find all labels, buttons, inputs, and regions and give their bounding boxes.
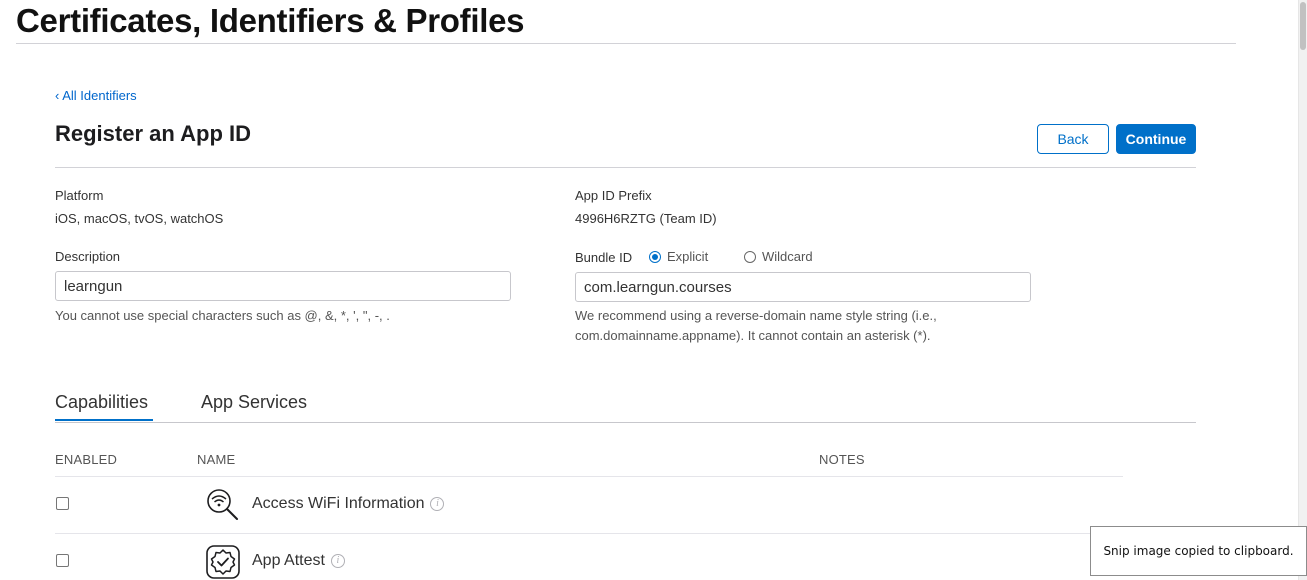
app-id-prefix-label: App ID Prefix — [575, 188, 652, 203]
wildcard-radio-button[interactable] — [744, 250, 756, 263]
description-label: Description — [55, 249, 121, 264]
table-header-divider — [55, 476, 1123, 477]
app-attest-badge-icon — [206, 545, 240, 579]
scrollbar-thumb[interactable] — [1300, 2, 1306, 50]
column-header-enabled: ENABLED — [55, 452, 118, 467]
explicit-radio-label: Explicit — [667, 249, 709, 264]
tab-app-services[interactable]: App Services — [201, 392, 307, 413]
description-input[interactable] — [55, 271, 511, 301]
tabs-divider — [55, 422, 1196, 423]
page-scrollbar[interactable] — [1298, 0, 1307, 580]
info-icon[interactable]: i — [430, 496, 445, 511]
app-attest-label: App Attest — [252, 552, 325, 569]
wildcard-radio-label: Wildcard — [762, 249, 813, 264]
header-divider — [55, 167, 1196, 168]
bundle-id-hint-line1: We recommend using a reverse-domain name… — [575, 308, 937, 323]
tab-capabilities[interactable]: Capabilities — [55, 392, 148, 413]
access-wifi-label: Access WiFi Information — [252, 495, 425, 512]
active-tab-indicator — [55, 419, 153, 421]
continue-button[interactable]: Continue — [1116, 124, 1196, 154]
wildcard-radio[interactable]: Wildcard — [744, 249, 813, 264]
info-icon[interactable]: i — [330, 553, 345, 568]
access-wifi-checkbox[interactable] — [56, 497, 69, 510]
bundle-id-hint-line2: com.domainname.appname). It cannot conta… — [575, 328, 931, 343]
page-title: Certificates, Identifiers & Profiles — [16, 2, 525, 39]
register-app-id-heading: Register an App ID — [55, 121, 251, 146]
explicit-radio-button[interactable] — [649, 250, 661, 263]
bundle-id-label: Bundle ID — [575, 250, 633, 265]
explicit-radio[interactable]: Explicit — [649, 249, 708, 264]
app-id-prefix-value: 4996H6RZTG (Team ID) — [575, 211, 717, 226]
platform-label: Platform — [55, 188, 104, 203]
platform-value: iOS, macOS, tvOS, watchOS — [55, 211, 224, 226]
wifi-search-icon — [207, 489, 238, 520]
column-header-notes: NOTES — [819, 452, 865, 467]
capability-name: App Attest i — [252, 552, 345, 570]
all-identifiers-link[interactable]: ‹ All Identifiers — [55, 88, 137, 103]
snip-toast: Snip image copied to clipboard. — [1090, 526, 1307, 576]
column-header-name: NAME — [197, 452, 236, 467]
bundle-id-input[interactable] — [575, 272, 1031, 302]
app-attest-checkbox[interactable] — [56, 554, 69, 567]
toast-message: Snip image copied to clipboard. — [1103, 544, 1294, 558]
row-divider — [55, 533, 1123, 534]
back-button[interactable]: Back — [1037, 124, 1109, 154]
description-hint: You cannot use special characters such a… — [55, 308, 390, 323]
capability-name: Access WiFi Information i — [252, 495, 445, 513]
title-divider — [16, 43, 1236, 44]
